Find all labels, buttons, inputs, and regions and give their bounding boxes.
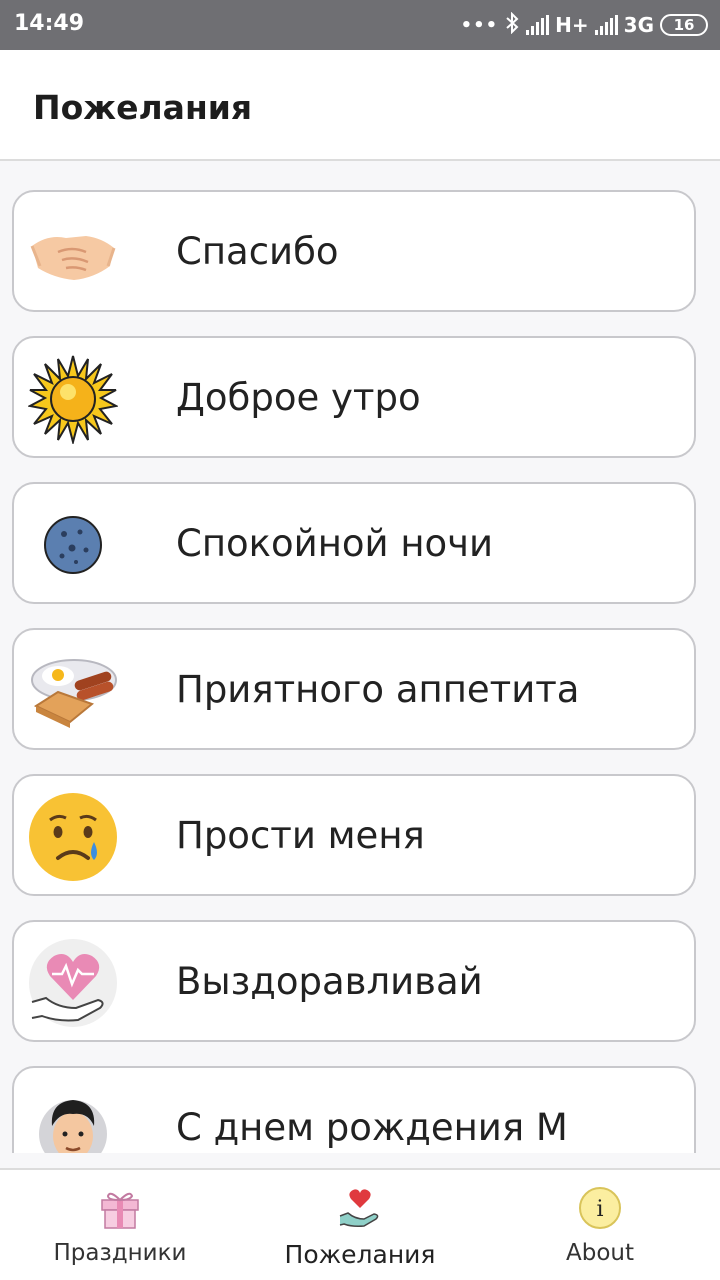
breakfast-icon	[28, 646, 118, 736]
nav-label: About	[565, 1240, 634, 1266]
network-type-1: H+	[555, 13, 589, 37]
man-avatar-icon	[28, 1084, 118, 1153]
wishes-list[interactable]: Спасибо Доброе утро Спокойной ночи Прият…	[0, 163, 720, 1153]
network-type-2: 3G	[623, 13, 654, 37]
bottom-nav: Праздники Пожелания i About	[0, 1168, 720, 1280]
list-item[interactable]: Прости меня	[12, 774, 696, 896]
moon-icon	[28, 500, 118, 590]
signal-icon-2	[594, 15, 618, 35]
handshake-icon	[28, 208, 118, 298]
list-item-label: Спасибо	[176, 230, 339, 273]
list-item-label: Приятного аппетита	[176, 668, 580, 711]
list-item[interactable]: С днем рождения М	[12, 1066, 696, 1153]
signal-icon	[526, 15, 550, 35]
gift-icon	[98, 1186, 142, 1230]
status-bar: 14:49 ••• H+ 3G 16	[0, 0, 720, 50]
list-item[interactable]: Приятного аппетита	[12, 628, 696, 750]
nav-item-about[interactable]: i About	[480, 1170, 720, 1280]
nav-item-wishes[interactable]: Пожелания	[240, 1170, 480, 1280]
info-icon: i	[578, 1186, 622, 1230]
nav-item-holidays[interactable]: Праздники	[0, 1170, 240, 1280]
list-item[interactable]: Выздоравливай	[12, 920, 696, 1042]
list-item[interactable]: Спокойной ночи	[12, 482, 696, 604]
svg-text:i: i	[596, 1197, 603, 1222]
list-item-label: С днем рождения М	[176, 1106, 568, 1149]
sad-face-icon	[28, 792, 118, 882]
more-dots-icon: •••	[460, 14, 499, 36]
list-item[interactable]: Доброе утро	[12, 336, 696, 458]
app-bar: Пожелания	[0, 50, 720, 161]
heart-hand-icon	[338, 1186, 382, 1230]
list-item-label: Выздоравливай	[176, 960, 483, 1003]
battery-icon: 16	[660, 14, 708, 36]
heart-hand-icon	[28, 938, 118, 1028]
list-item-label: Спокойной ночи	[176, 522, 494, 565]
page-title: Пожелания	[33, 88, 253, 127]
sun-icon	[27, 354, 119, 446]
list-item-label: Прости меня	[176, 814, 425, 857]
nav-label: Пожелания	[284, 1240, 436, 1269]
list-item-label: Доброе утро	[176, 376, 421, 419]
list-item[interactable]: Спасибо	[12, 190, 696, 312]
bluetooth-icon	[504, 11, 520, 39]
status-time: 14:49	[14, 11, 85, 36]
status-icons: ••• H+ 3G 16	[461, 10, 708, 40]
nav-label: Праздники	[53, 1240, 187, 1266]
